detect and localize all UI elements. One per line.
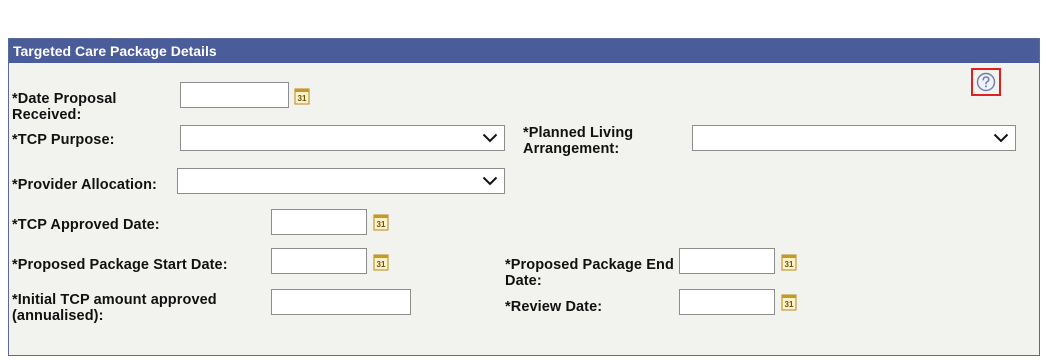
proposed-package-start-date-label: *Proposed Package Start Date:	[12, 257, 228, 273]
planned-living-arrangement-label: *Planned Living Arrangement:	[523, 125, 634, 157]
proposed-package-end-date-input[interactable]	[679, 248, 775, 274]
tcp-approved-date-input[interactable]	[271, 209, 367, 235]
svg-text:31: 31	[298, 94, 307, 103]
calendar-icon[interactable]: 31	[781, 253, 798, 271]
provider-allocation-select[interactable]	[177, 168, 505, 194]
chevron-down-icon	[482, 176, 498, 186]
tcp-purpose-select[interactable]	[180, 125, 505, 151]
svg-text:31: 31	[785, 300, 794, 309]
review-date-input[interactable]	[679, 289, 775, 315]
date-proposal-received-label: *Date Proposal Received:	[12, 91, 117, 123]
review-date-label: *Review Date:	[505, 299, 603, 315]
chevron-down-icon	[482, 133, 498, 143]
proposed-package-end-date-label: *Proposed Package End Date:	[505, 257, 674, 289]
date-proposal-received-input[interactable]	[180, 82, 289, 108]
provider-allocation-label: *Provider Allocation:	[12, 177, 157, 193]
help-button[interactable]	[971, 68, 1001, 96]
calendar-icon[interactable]: 31	[294, 87, 311, 105]
calendar-icon[interactable]: 31	[373, 213, 390, 231]
svg-text:31: 31	[377, 260, 386, 269]
initial-tcp-amount-label: *Initial TCP amount approved (annualised…	[12, 292, 217, 324]
chevron-down-icon	[993, 133, 1009, 143]
calendar-icon[interactable]: 31	[373, 253, 390, 271]
panel-title: Targeted Care Package Details	[9, 39, 1039, 63]
planned-living-arrangement-select[interactable]	[692, 125, 1016, 151]
help-icon	[976, 72, 996, 92]
initial-tcp-amount-input[interactable]	[271, 289, 411, 315]
targeted-care-package-panel: Targeted Care Package Details *Date Prop…	[8, 38, 1040, 356]
svg-text:31: 31	[785, 260, 794, 269]
tcp-approved-date-label: *TCP Approved Date:	[12, 217, 160, 233]
proposed-package-start-date-input[interactable]	[271, 248, 367, 274]
svg-text:31: 31	[377, 220, 386, 229]
tcp-purpose-label: *TCP Purpose:	[12, 132, 115, 148]
calendar-icon[interactable]: 31	[781, 293, 798, 311]
